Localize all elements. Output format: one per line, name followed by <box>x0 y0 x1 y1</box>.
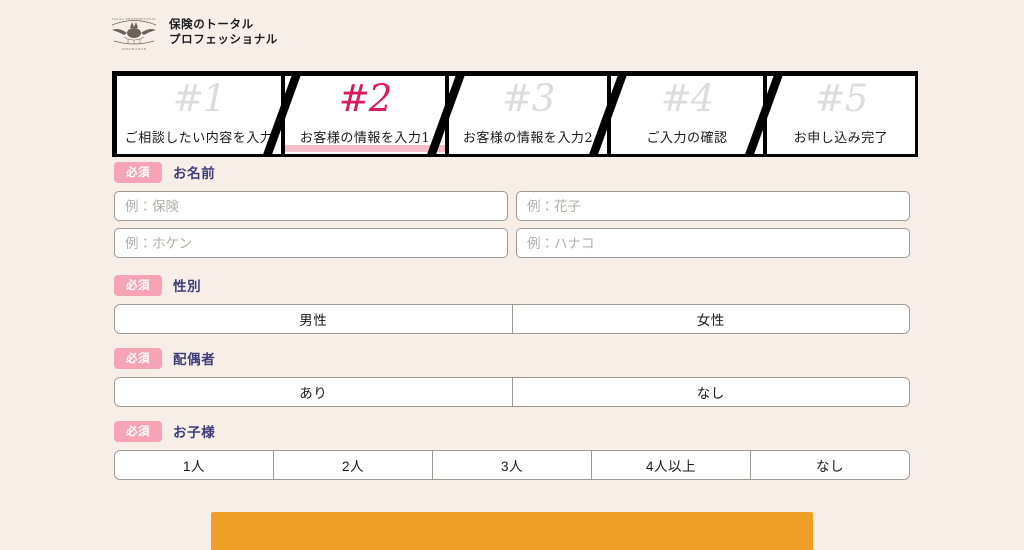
first-name-kana-input[interactable] <box>516 228 910 258</box>
required-badge-name: 必須 <box>114 161 162 183</box>
step-list: #1 ご相談したい内容を入力 #2 お客様の情報を入力1 #3 お客様の情報を入… <box>113 72 917 156</box>
step-progress-bar: #1 ご相談したい内容を入力 #2 お客様の情報を入力1 #3 お客様の情報を入… <box>112 71 918 157</box>
step-item-4[interactable]: #4 ご入力の確認 <box>611 76 763 154</box>
step-number-2: #2 <box>338 77 393 120</box>
step-label-1: ご相談したい内容を入力 <box>124 131 274 146</box>
field-label-gender: 性別 <box>173 279 202 294</box>
children-option-2[interactable]: 2人 <box>274 451 433 479</box>
field-spouse: 必須 配偶者 あり なし <box>0 346 1024 407</box>
gender-option-female[interactable]: 女性 <box>512 305 909 333</box>
required-badge-gender: 必須 <box>114 274 162 296</box>
name-kana-row <box>0 228 1024 258</box>
step-number-3: #3 <box>501 77 556 120</box>
children-option-1[interactable]: 1人 <box>115 451 274 479</box>
field-header-spouse: 必須 配偶者 <box>0 346 1024 370</box>
submit-area <box>0 512 1024 550</box>
field-name: 必須 お名前 <box>0 160 1024 258</box>
children-option-4-or-more[interactable]: 4人以上 <box>592 451 751 479</box>
insurance-crest-emblem-icon: TOTAL PROFESSIONAL INSURANCE <box>106 13 162 53</box>
last-name-kanji-input[interactable] <box>114 191 508 221</box>
submit-button[interactable] <box>211 512 813 550</box>
step-item-3[interactable]: #3 お客様の情報を入力2 <box>449 76 607 154</box>
spouse-options: あり なし <box>114 377 910 407</box>
field-children: 必須 お子様 1人 2人 3人 4人以上 なし <box>0 419 1024 480</box>
step-item-2[interactable]: #2 お客様の情報を入力1 <box>285 76 445 154</box>
spouse-option-no[interactable]: なし <box>512 378 909 406</box>
field-header-gender: 必須 性別 <box>0 273 1024 297</box>
children-options: 1人 2人 3人 4人以上 なし <box>114 450 910 480</box>
step-number-4: #4 <box>660 77 715 120</box>
svg-text:TOTAL PROFESSIONAL: TOTAL PROFESSIONAL <box>111 17 156 21</box>
required-badge-children: 必須 <box>114 420 162 442</box>
site-header: TOTAL PROFESSIONAL INSURANCE 保険のトータル プロフ… <box>0 0 1024 66</box>
required-badge-spouse: 必須 <box>114 347 162 369</box>
step-underline-2 <box>285 145 445 152</box>
page-root: TOTAL PROFESSIONAL INSURANCE 保険のトータル プロフ… <box>0 0 1024 550</box>
brand-wordmark: 保険のトータル プロフェッショナル <box>169 18 278 47</box>
last-name-kana-input[interactable] <box>114 228 508 258</box>
svg-text:INSURANCE: INSURANCE <box>121 47 146 51</box>
field-label-spouse: 配偶者 <box>173 352 216 367</box>
customer-info-form: 必須 お名前 必須 性別 男性 女性 <box>0 160 1024 480</box>
step-label-5: お申し込み完了 <box>793 131 889 146</box>
step-label-3: お客様の情報を入力2 <box>462 131 594 146</box>
name-kanji-row <box>0 191 1024 221</box>
gender-options: 男性 女性 <box>114 304 910 334</box>
step-number-1: #1 <box>172 77 227 120</box>
gender-option-male[interactable]: 男性 <box>115 305 513 333</box>
children-option-none[interactable]: なし <box>751 451 909 479</box>
children-option-3[interactable]: 3人 <box>433 451 592 479</box>
field-label-children: お子様 <box>173 425 216 440</box>
spouse-option-yes[interactable]: あり <box>115 378 513 406</box>
field-gender: 必須 性別 男性 女性 <box>0 273 1024 334</box>
step-number-5: #5 <box>814 77 869 120</box>
field-header-children: 必須 お子様 <box>0 419 1024 443</box>
step-label-2: お客様の情報を入力1 <box>299 131 431 146</box>
site-logo[interactable]: TOTAL PROFESSIONAL INSURANCE 保険のトータル プロフ… <box>106 13 278 53</box>
field-label-name: お名前 <box>173 166 216 181</box>
first-name-kanji-input[interactable] <box>516 191 910 221</box>
step-item-1[interactable]: #1 ご相談したい内容を入力 <box>117 76 281 154</box>
step-label-4: ご入力の確認 <box>646 131 728 146</box>
field-header-name: 必須 お名前 <box>0 160 1024 184</box>
brand-line-2: プロフェッショナル <box>169 34 278 46</box>
brand-line-1: 保険のトータル <box>169 19 254 32</box>
step-item-5[interactable]: #5 お申し込み完了 <box>767 76 915 154</box>
